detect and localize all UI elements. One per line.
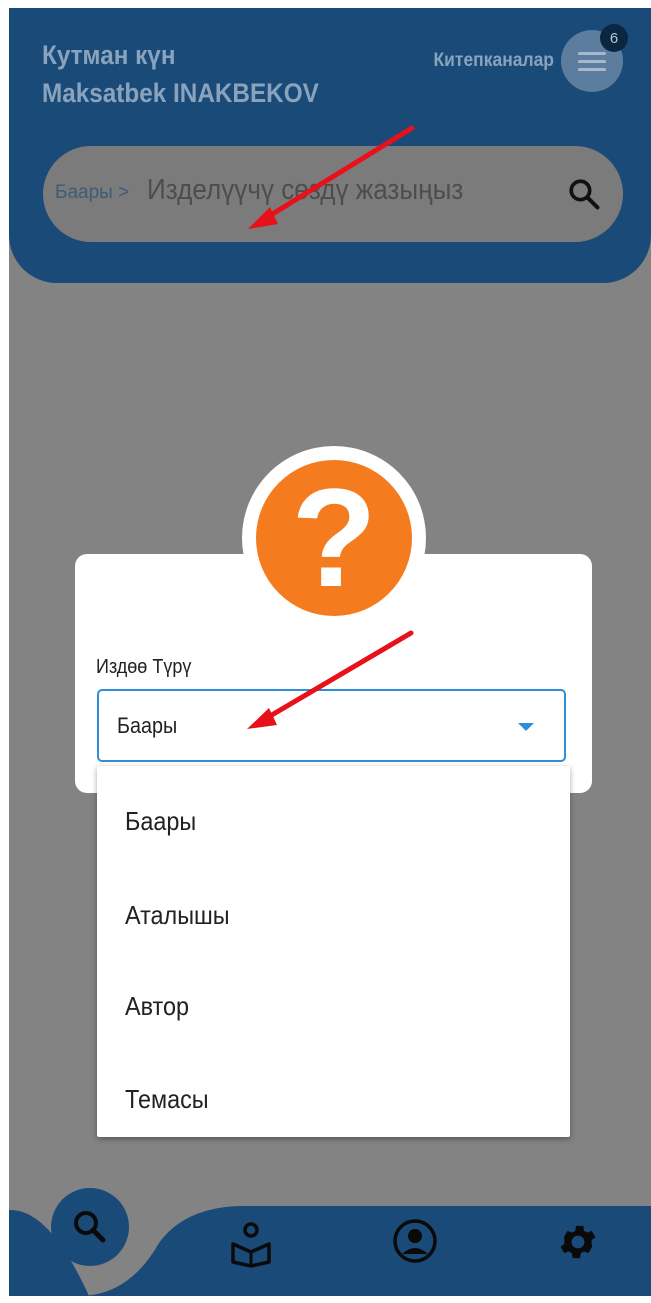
- arrow-head-search: [248, 207, 278, 229]
- arrow-to-select: [262, 630, 414, 722]
- arrow-head-select: [247, 708, 277, 729]
- annotation-arrows: [247, 125, 415, 729]
- arrow-to-search: [263, 125, 415, 221]
